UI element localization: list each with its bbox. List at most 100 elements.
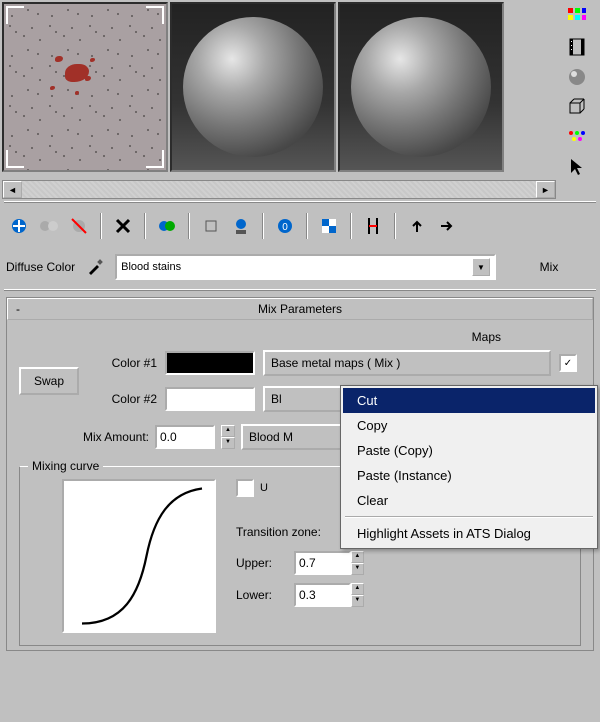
put-scene-icon bbox=[39, 216, 59, 236]
get-material-button[interactable] bbox=[6, 213, 32, 239]
selection-corner-icon bbox=[6, 150, 24, 168]
upper-input[interactable] bbox=[296, 553, 349, 573]
map-button-context-menu[interactable]: Cut Copy Paste (Copy) Paste (Instance) C… bbox=[340, 385, 598, 549]
material-slot-1[interactable] bbox=[2, 2, 168, 172]
mix-amount-spinner[interactable] bbox=[155, 425, 215, 449]
backlight-button[interactable] bbox=[564, 36, 590, 58]
sample-uv-button[interactable] bbox=[564, 96, 590, 118]
spinner-down-icon[interactable]: ▼ bbox=[221, 437, 235, 449]
spinner-up-icon[interactable]: ▲ bbox=[351, 583, 364, 595]
use-curve-checkbox[interactable] bbox=[236, 479, 254, 497]
reset-button[interactable] bbox=[110, 213, 136, 239]
lower-spinner[interactable] bbox=[294, 583, 351, 607]
spinner-buttons[interactable]: ▲▼ bbox=[221, 425, 235, 449]
context-menu-item-copy[interactable]: Copy bbox=[343, 413, 595, 438]
rollout-toggle[interactable]: - bbox=[8, 302, 28, 316]
make-copy-button[interactable] bbox=[154, 213, 180, 239]
copy-spheres-icon bbox=[157, 216, 177, 236]
material-effects-button[interactable]: 0 bbox=[272, 213, 298, 239]
material-slot-3[interactable] bbox=[338, 2, 504, 172]
sample-type-button[interactable] bbox=[564, 6, 590, 28]
curve-preview bbox=[62, 479, 216, 633]
maps-header: Maps bbox=[19, 330, 581, 344]
color1-map-button[interactable]: Base metal maps ( Mix ) bbox=[263, 350, 551, 376]
context-menu-item-paste-copy[interactable]: Paste (Copy) bbox=[343, 438, 595, 463]
lower-input[interactable] bbox=[296, 585, 349, 605]
color1-swatch[interactable] bbox=[165, 351, 255, 375]
sphere-icon bbox=[567, 67, 587, 87]
spinner-down-icon[interactable]: ▼ bbox=[351, 563, 364, 575]
context-menu-item-paste-instance[interactable]: Paste (Instance) bbox=[343, 463, 595, 488]
lower-label: Lower: bbox=[236, 588, 286, 602]
map-type-label[interactable]: Mix bbox=[504, 260, 594, 274]
show-end-result-button[interactable] bbox=[360, 213, 386, 239]
separator bbox=[144, 213, 146, 239]
channel-label: Diffuse Color bbox=[6, 260, 75, 274]
separator bbox=[306, 213, 308, 239]
preview-strip bbox=[0, 0, 600, 178]
eyedropper-icon bbox=[85, 257, 105, 277]
select-by-material-button[interactable] bbox=[564, 156, 590, 178]
go-to-parent-button[interactable] bbox=[404, 213, 430, 239]
end-result-icon bbox=[363, 216, 383, 236]
use-curve-label: U bbox=[260, 482, 268, 494]
background-button[interactable] bbox=[564, 66, 590, 88]
scroll-left-button[interactable]: ◄ bbox=[3, 181, 22, 198]
swap-button[interactable]: Swap bbox=[19, 367, 79, 395]
mix-amount-label: Mix Amount: bbox=[19, 430, 149, 444]
material-editor-panel: ◄ ► 0 Diffuse Color Blood stains ▼ bbox=[0, 0, 600, 722]
separator bbox=[394, 213, 396, 239]
map-name-value: Blood stains bbox=[121, 261, 181, 273]
context-menu-item-clear[interactable]: Clear bbox=[343, 488, 595, 513]
put-to-library-button[interactable] bbox=[228, 213, 254, 239]
go-parent-icon bbox=[407, 216, 427, 236]
material-slot-2[interactable] bbox=[170, 2, 336, 172]
selection-corner-icon bbox=[146, 150, 164, 168]
dropdown-arrow-icon[interactable]: ▼ bbox=[472, 258, 490, 276]
unique-icon bbox=[201, 216, 221, 236]
go-forward-icon bbox=[437, 216, 457, 236]
transition-zone-grid: Upper: ▲▼ Lower: ▲▼ bbox=[236, 551, 568, 607]
go-forward-button[interactable] bbox=[434, 213, 460, 239]
arrow-cursor-icon bbox=[567, 157, 587, 177]
rollout-title: Mix Parameters bbox=[28, 302, 572, 316]
spinner-buttons[interactable]: ▲▼ bbox=[351, 551, 364, 575]
blood-splat-icon bbox=[45, 46, 105, 106]
context-menu-item-cut[interactable]: Cut bbox=[343, 388, 595, 413]
spinner-up-icon[interactable]: ▲ bbox=[351, 551, 364, 563]
assign-to-selection-button[interactable] bbox=[66, 213, 92, 239]
svg-text:0: 0 bbox=[282, 222, 288, 233]
mix-amount-input[interactable] bbox=[157, 427, 213, 447]
scroll-right-button[interactable]: ► bbox=[536, 181, 555, 198]
x-icon bbox=[113, 216, 133, 236]
pick-material-button[interactable] bbox=[83, 255, 107, 279]
color1-map-enable-checkbox[interactable]: ✓ bbox=[559, 354, 577, 372]
video-color-button[interactable] bbox=[564, 126, 590, 148]
get-material-icon bbox=[9, 216, 29, 236]
preview-hscrollbar[interactable]: ◄ ► bbox=[2, 180, 556, 199]
assign-icon bbox=[69, 216, 89, 236]
color2-swatch[interactable] bbox=[165, 387, 255, 411]
material-sphere-icon bbox=[351, 17, 491, 157]
separator bbox=[350, 213, 352, 239]
map-name-dropdown[interactable]: Blood stains ▼ bbox=[115, 254, 496, 280]
separator bbox=[188, 213, 190, 239]
separator bbox=[262, 213, 264, 239]
filmstrip-icon bbox=[567, 37, 587, 57]
mixing-curve-legend: Mixing curve bbox=[28, 459, 103, 473]
put-to-scene-button[interactable] bbox=[36, 213, 62, 239]
separator bbox=[100, 213, 102, 239]
spinner-buttons[interactable]: ▲▼ bbox=[351, 583, 364, 607]
show-map-button[interactable] bbox=[316, 213, 342, 239]
make-unique-button[interactable] bbox=[198, 213, 224, 239]
save-sphere-icon bbox=[231, 216, 251, 236]
cube-outline-icon bbox=[567, 97, 587, 117]
upper-spinner[interactable] bbox=[294, 551, 351, 575]
spinner-up-icon[interactable]: ▲ bbox=[221, 425, 235, 437]
rollout-header[interactable]: - Mix Parameters bbox=[7, 298, 593, 320]
context-menu-item-highlight-ats[interactable]: Highlight Assets in ATS Dialog bbox=[343, 521, 595, 546]
context-menu-separator bbox=[345, 516, 593, 518]
side-toolbar bbox=[556, 2, 598, 178]
scroll-track[interactable] bbox=[22, 181, 536, 198]
spinner-down-icon[interactable]: ▼ bbox=[351, 595, 364, 607]
